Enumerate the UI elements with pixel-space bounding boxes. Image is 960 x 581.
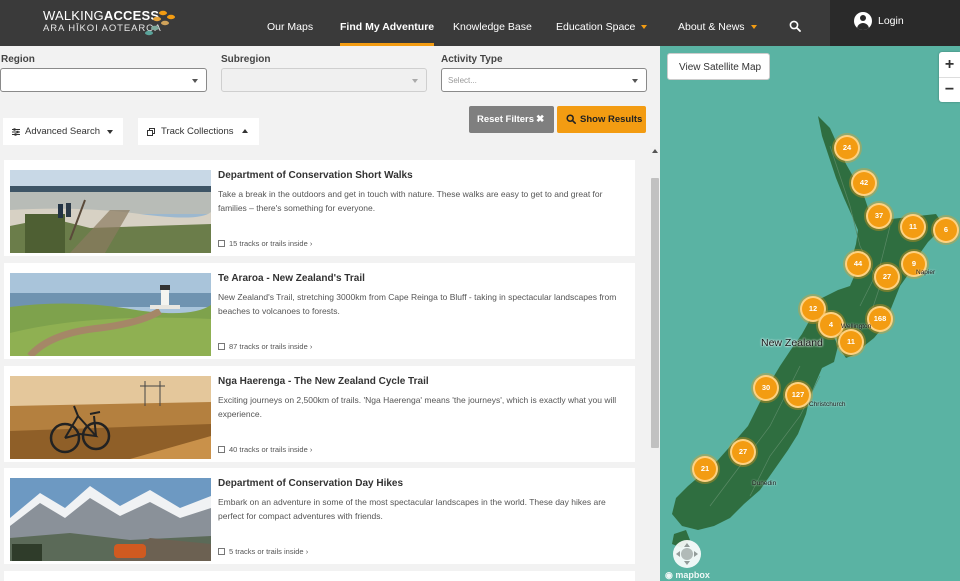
- collection-card[interactable]: Nga Haerenga - The New Zealand Cycle Tra…: [4, 366, 635, 462]
- collection-icon: [147, 128, 155, 136]
- collection-card[interactable]: [4, 571, 635, 581]
- collection-card[interactable]: Department of Conservation Day Hikes Emb…: [4, 468, 635, 564]
- mapbox-attribution[interactable]: ◉ mapbox: [665, 570, 710, 581]
- collection-card[interactable]: Department of Conservation Short Walks T…: [4, 160, 635, 256]
- collection-title[interactable]: Nga Haerenga - The New Zealand Cycle Tra…: [218, 376, 429, 387]
- collection-description: Exciting journeys on 2,500km of trails. …: [218, 395, 617, 419]
- collection-track-count[interactable]: 87 tracks or trails inside ›: [218, 342, 312, 351]
- map-cluster-marker[interactable]: 11: [838, 329, 864, 355]
- track-collections-label: Track Collections: [161, 126, 234, 137]
- advanced-search-label: Advanced Search: [25, 126, 100, 137]
- region-select[interactable]: [0, 68, 207, 92]
- collection-title[interactable]: Department of Conservation Short Walks: [218, 170, 413, 181]
- activity-type-select[interactable]: Select...: [441, 68, 647, 92]
- search-icon[interactable]: [789, 20, 801, 32]
- view-satellite-map-button[interactable]: View Satellite Map: [667, 53, 770, 80]
- map-cluster-marker[interactable]: 30: [753, 375, 779, 401]
- user-avatar-icon: [854, 12, 872, 30]
- collection-track-count[interactable]: 40 tracks or trails inside ›: [218, 445, 312, 454]
- chevron-down-icon: [750, 25, 757, 29]
- nav-our-maps[interactable]: Our Maps: [267, 0, 313, 46]
- map-cluster-marker[interactable]: 11: [900, 214, 926, 240]
- zoom-in-button[interactable]: +: [939, 52, 960, 77]
- scroll-up-arrow-icon[interactable]: [652, 149, 658, 153]
- chevron-down-icon: [641, 25, 648, 29]
- collection-icon: [218, 446, 225, 453]
- collection-description: Take a break in the outdoors and get in …: [218, 189, 603, 213]
- advanced-search-toggle[interactable]: Advanced Search: [3, 118, 123, 145]
- chevron-down-icon: [632, 79, 638, 83]
- zoom-control: + −: [939, 52, 960, 102]
- collection-thumbnail: [10, 376, 211, 459]
- collection-thumbnail: [10, 478, 211, 561]
- collection-title[interactable]: Department of Conservation Day Hikes: [218, 478, 403, 489]
- collection-icon: [218, 343, 225, 350]
- city-label-napier: Napier: [916, 269, 936, 276]
- list-scrollbar-thumb[interactable]: [651, 178, 659, 448]
- collection-description: Embark on an adventure in some of the mo…: [218, 497, 606, 521]
- reset-filters-label: Reset Filters: [477, 114, 535, 125]
- logo-text-walking: WALKING: [43, 8, 104, 23]
- map-cluster-marker[interactable]: 27: [730, 439, 756, 465]
- map-cluster-marker[interactable]: 42: [851, 170, 877, 196]
- logo-mark-icon: [145, 10, 175, 36]
- show-results-button[interactable]: Show Results: [557, 106, 646, 133]
- map-cluster-marker[interactable]: 27: [874, 264, 900, 290]
- reset-filters-button[interactable]: Reset Filters ✖: [469, 106, 554, 133]
- city-label-wellington: Wellington: [841, 323, 872, 330]
- map-cluster-marker[interactable]: 21: [692, 456, 718, 482]
- region-label: Region: [1, 54, 35, 65]
- track-collections-toggle[interactable]: Track Collections: [138, 118, 259, 145]
- chevron-down-icon: [412, 79, 418, 83]
- nav-find-my-adventure[interactable]: Find My Adventure: [340, 0, 435, 46]
- collection-description: New Zealand's Trail, stretching 3000km f…: [218, 292, 617, 316]
- map-cluster-marker[interactable]: 44: [845, 251, 871, 277]
- collection-card[interactable]: Te Araroa - New Zealand's Trail New Zeal…: [4, 263, 635, 359]
- chevron-up-icon: [242, 129, 248, 133]
- login-label: Login: [878, 15, 904, 27]
- move-arrows-icon: [676, 543, 698, 565]
- nav-about-news[interactable]: About & News: [678, 0, 757, 46]
- login-button[interactable]: Login: [830, 0, 960, 46]
- map-cluster-marker[interactable]: 37: [866, 203, 892, 229]
- collection-icon: [218, 548, 225, 555]
- search-icon: [566, 114, 576, 124]
- nav-knowledge-base[interactable]: Knowledge Base: [453, 0, 532, 46]
- activity-type-placeholder: Select...: [448, 76, 477, 85]
- collection-thumbnail: [10, 273, 211, 356]
- map-pan-control[interactable]: [673, 540, 701, 568]
- subregion-select[interactable]: [221, 68, 427, 92]
- map-cluster-marker[interactable]: 24: [834, 135, 860, 161]
- chevron-down-icon: [107, 130, 113, 134]
- zoom-out-button[interactable]: −: [939, 77, 960, 102]
- city-label-dunedin: Dunedin: [752, 480, 777, 487]
- collection-icon: [218, 240, 225, 247]
- subregion-label: Subregion: [221, 54, 271, 65]
- top-header: WALKINGACCESS ARA HĪKOI AOTEAROA Our Map…: [0, 0, 960, 46]
- collection-thumbnail: [10, 170, 211, 253]
- collection-track-count[interactable]: 5 tracks or trails inside ›: [218, 547, 308, 556]
- show-results-label: Show Results: [580, 114, 643, 125]
- city-label-christchurch: Christchurch: [809, 401, 846, 408]
- collection-title[interactable]: Te Araroa - New Zealand's Trail: [218, 273, 365, 284]
- collection-list: Department of Conservation Short Walks T…: [0, 146, 660, 581]
- mapbox-logo-icon: ◉: [665, 570, 676, 580]
- close-icon: ✖: [536, 114, 545, 125]
- map-cluster-marker[interactable]: 6: [933, 217, 959, 243]
- country-label: New Zealand: [761, 337, 823, 349]
- sliders-icon: [12, 128, 20, 136]
- nav-education-space[interactable]: Education Space: [556, 0, 648, 46]
- activity-type-label: Activity Type: [441, 54, 503, 65]
- collection-track-count[interactable]: 15 tracks or trails inside ›: [218, 239, 312, 248]
- chevron-down-icon: [192, 79, 198, 83]
- map-cluster-marker[interactable]: 127: [785, 382, 811, 408]
